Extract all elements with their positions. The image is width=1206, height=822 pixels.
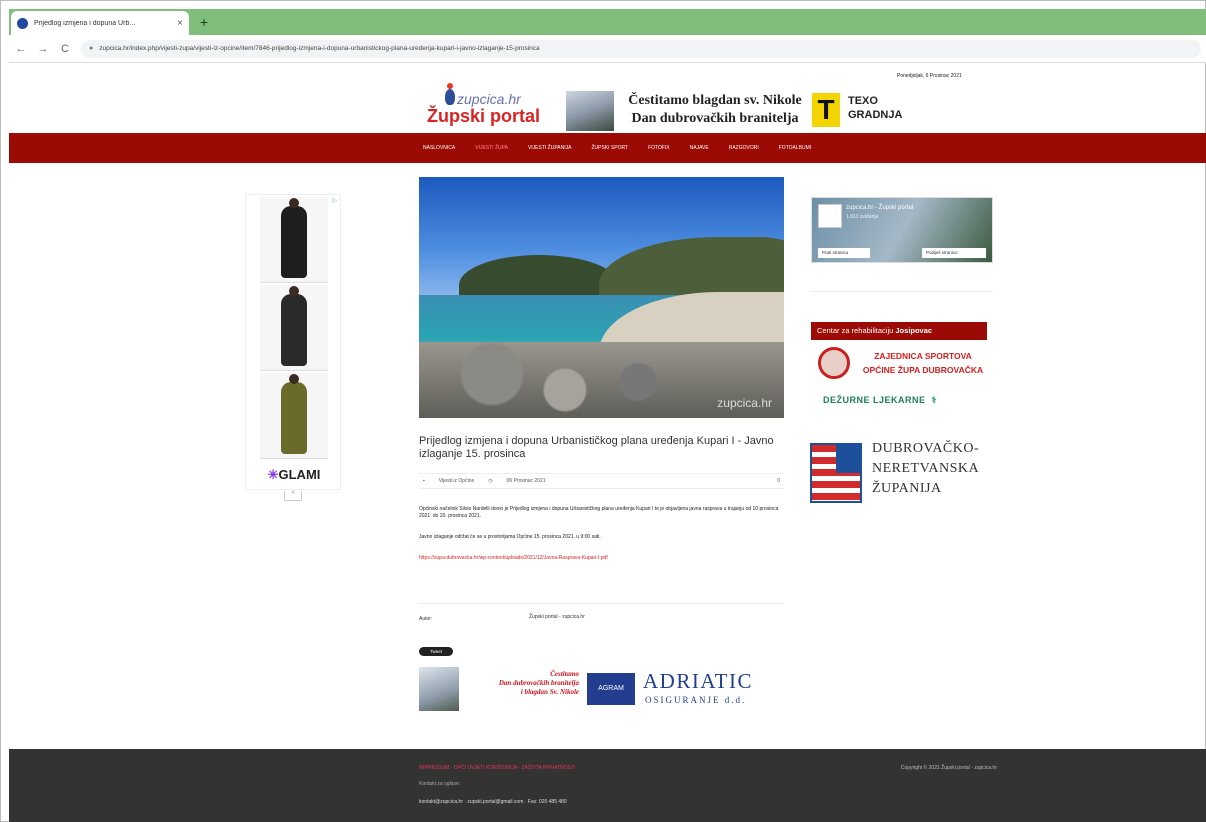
osiguranje-text: OSIGURANJE d.d. xyxy=(645,695,747,705)
site-logo[interactable]: zupcica.hr Župski portal xyxy=(427,83,547,129)
adriatic-logo: ADRIATIC xyxy=(643,669,753,693)
tab-strip: Prijedlog izmjena i dopuna Urb... × + xyxy=(9,9,1206,35)
texo-logo-icon: T xyxy=(812,93,840,127)
banner-line-2: Dan dubrovačkih branitelja xyxy=(631,111,799,126)
coat-image xyxy=(281,286,307,366)
article-date: 06 Prosinac 2021 xyxy=(506,478,546,484)
lock-icon: ● xyxy=(89,45,94,52)
fb-follow-button[interactable]: Prati stranicu xyxy=(818,248,870,258)
ad-product-1[interactable] xyxy=(260,197,328,283)
clock-icon: ◷ xyxy=(488,478,493,484)
logo-main-text: Župski portal xyxy=(427,106,541,126)
category-icon: ▪ xyxy=(423,478,425,484)
bottom-banner[interactable]: Čestitamo Dan dubrovačkih branitelja i b… xyxy=(419,667,779,711)
address-bar[interactable]: ● zupcica.hr/index.php/vijesti-zupa/vije… xyxy=(81,39,1201,58)
banner-photo xyxy=(566,91,614,131)
nav-zupski-sport[interactable]: ŽUPSKI SPORT xyxy=(591,145,628,151)
dnz-county-banner[interactable]: DUBROVAČKO- NERETVANSKA ŽUPANIJA xyxy=(810,441,995,505)
article-image: zupcica.hr xyxy=(419,177,784,418)
texo-gradnja: GRADNJA xyxy=(848,109,903,121)
article-body: Općinski načelnik Silvio Nardelli donio … xyxy=(419,506,784,576)
glami-text: GLAMI xyxy=(278,467,321,482)
tweet-button[interactable]: Tweet xyxy=(419,647,453,656)
header-banner[interactable]: Čestitamo blagdan sv. Nikole Dan dubrova… xyxy=(566,91,921,131)
image-watermark: zupcica.hr xyxy=(717,396,772,410)
browser-tab[interactable]: Prijedlog izmjena i dopuna Urb... × xyxy=(11,11,189,35)
nav-vijesti-zupa[interactable]: VIJESTI ŽUPA xyxy=(475,145,508,151)
header-date: Ponedjeljak, 6 Prosinac 2021 xyxy=(897,73,962,79)
article-meta: ▪ Vijesti iz Općine ◷ 06 Prosinac 2021 0 xyxy=(419,473,784,489)
footer-links[interactable]: IMPRESSUM · OPĆI UVJETI KORIŠTENJA · ZAŠ… xyxy=(419,765,575,771)
dezurne-ljekarne-banner[interactable]: DEŽURNE LJEKARNE ⚕ xyxy=(823,395,937,406)
nav-naslovnica[interactable]: NASLOVNICA xyxy=(423,145,455,151)
texo-name: TEXO xyxy=(848,95,878,107)
logo-pin-icon xyxy=(445,83,455,105)
zs-emblem-icon xyxy=(818,347,850,379)
author-row: Autor: Župski portal - zupcica.hr xyxy=(419,603,784,633)
fb-share-button[interactable]: Podijeli stranicu xyxy=(922,248,986,258)
coat-image xyxy=(281,374,307,454)
article-link[interactable]: https://zupa-dubrovacka.hr/wp-content/up… xyxy=(419,555,784,562)
ad-product-3[interactable] xyxy=(260,373,328,459)
facebook-widget[interactable]: zupcica.hr - Župski portal 1.813 sviđanj… xyxy=(811,197,993,263)
forward-icon[interactable]: → xyxy=(37,43,49,55)
article-title: Prijedlog izmjena i dopuna Urbanističkog… xyxy=(419,435,774,460)
ad-product-2[interactable] xyxy=(260,285,328,371)
zajednica-sportova-banner[interactable]: ZAJEDNICA SPORTOVA OPĆINE ŽUPA DUBROVAČK… xyxy=(816,345,986,383)
article-category[interactable]: Vijesti iz Općine xyxy=(439,478,474,484)
page-avatar xyxy=(818,204,842,228)
comment-count[interactable]: 0 xyxy=(777,478,784,484)
back-icon[interactable]: ← xyxy=(15,43,27,55)
article-paragraph: Općinski načelnik Silvio Nardelli donio … xyxy=(419,506,779,519)
collapse-ad-button[interactable]: ^ xyxy=(284,491,302,501)
site-footer: IMPRESSUM · OPĆI UVJETI KORIŠTENJA · ZAŠ… xyxy=(9,749,1206,822)
tab-title: Prijedlog izmjena i dopuna Urb... xyxy=(34,19,136,27)
footer-ad-contact: Kontakt za oglase: xyxy=(419,781,461,787)
glami-star-icon: ✳ xyxy=(267,467,279,482)
divider xyxy=(811,291,993,292)
nav-razgovori[interactable]: RAZGOVORI xyxy=(729,145,759,151)
rehab-center-banner[interactable]: Centar za rehabilitaciju Josipovac xyxy=(811,322,987,340)
favicon-icon xyxy=(17,17,28,29)
article-paragraph: Javno izlaganje održat će se u prostorij… xyxy=(419,534,601,540)
new-tab-button[interactable]: + xyxy=(195,13,213,31)
fb-page-name[interactable]: zupcica.hr - Župski portal xyxy=(846,205,913,211)
author-name: Župski portal - zupcica.hr xyxy=(529,614,585,620)
banner-greeting: Čestitamo Dan dubrovačkih branitelja i b… xyxy=(498,670,579,696)
url-text: zupcica.hr/index.php/vijesti-zupa/vijest… xyxy=(99,45,540,52)
nav-vijesti-zupanija[interactable]: VIJESTI ŽUPANIJA xyxy=(528,145,572,151)
browser-toolbar: ← → C ● zupcica.hr/index.php/vijesti-zup… xyxy=(9,35,1206,63)
left-ad[interactable]: ▷ ✳GLAMI ^ xyxy=(245,194,342,501)
main-nav: NASLOVNICA VIJESTI ŽUPA VIJESTI ŽUPANIJA… xyxy=(9,133,1206,163)
close-tab-icon[interactable]: × xyxy=(177,18,183,29)
logo-top-text: zupcica.hr xyxy=(457,91,521,107)
glami-logo[interactable]: ✳GLAMI xyxy=(246,467,342,483)
author-label: Autor: xyxy=(419,616,433,622)
adchoices-icon[interactable]: ▷ xyxy=(332,197,337,204)
nav-najave[interactable]: NAJAVE xyxy=(690,145,709,151)
fb-likes: 1.813 sviđanja xyxy=(846,214,879,220)
footer-copyright: Copyright © 2021 Župski portal - zupcica… xyxy=(900,765,997,771)
nav-fotoalbumi[interactable]: FOTOALBUMI xyxy=(779,145,811,151)
footer-contacts: kontakt@zupcica.hr · zupski.portal@gmail… xyxy=(419,799,567,805)
nav-fotofix[interactable]: FOTOFIX xyxy=(648,145,670,151)
pharmacy-icon: ⚕ xyxy=(931,395,937,405)
agram-logo: AGRAM xyxy=(587,673,635,705)
banner-line-1: Čestitamo blagdan sv. Nikole xyxy=(628,93,802,108)
county-crest-icon xyxy=(810,443,862,503)
browser-window: Prijedlog izmjena i dopuna Urb... × + ← … xyxy=(0,0,1206,822)
coat-image xyxy=(281,198,307,278)
reload-icon[interactable]: C xyxy=(59,43,71,55)
